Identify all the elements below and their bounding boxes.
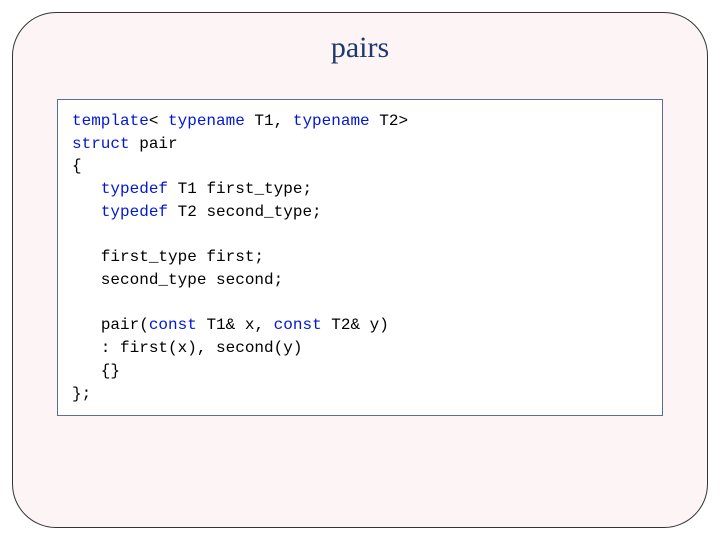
code-line: second_type second; — [72, 271, 283, 289]
code-line: typedef T1 first_type; — [72, 180, 312, 198]
code-line: struct pair — [72, 135, 178, 153]
slide-title: pairs — [57, 31, 663, 65]
keyword-typedef: typedef — [101, 203, 168, 221]
code-line: {} — [72, 362, 120, 380]
keyword-template: template — [72, 112, 149, 130]
code-block: template< typename T1, typename T2> stru… — [57, 99, 663, 416]
keyword-const: const — [149, 316, 197, 334]
code-line: pair(const T1& x, const T2& y) — [72, 316, 389, 334]
code-line: : first(x), second(y) — [72, 339, 302, 357]
code-line: }; — [72, 385, 91, 403]
keyword-typename: typename — [168, 112, 245, 130]
code-line: { — [72, 157, 82, 175]
code-line: template< typename T1, typename T2> — [72, 112, 408, 130]
code-line: typedef T2 second_type; — [72, 203, 322, 221]
code-line: first_type first; — [72, 248, 264, 266]
keyword-typedef: typedef — [101, 180, 168, 198]
keyword-typename: typename — [293, 112, 370, 130]
slide-frame: pairs template< typename T1, typename T2… — [12, 12, 708, 528]
keyword-struct: struct — [72, 135, 130, 153]
keyword-const: const — [274, 316, 322, 334]
